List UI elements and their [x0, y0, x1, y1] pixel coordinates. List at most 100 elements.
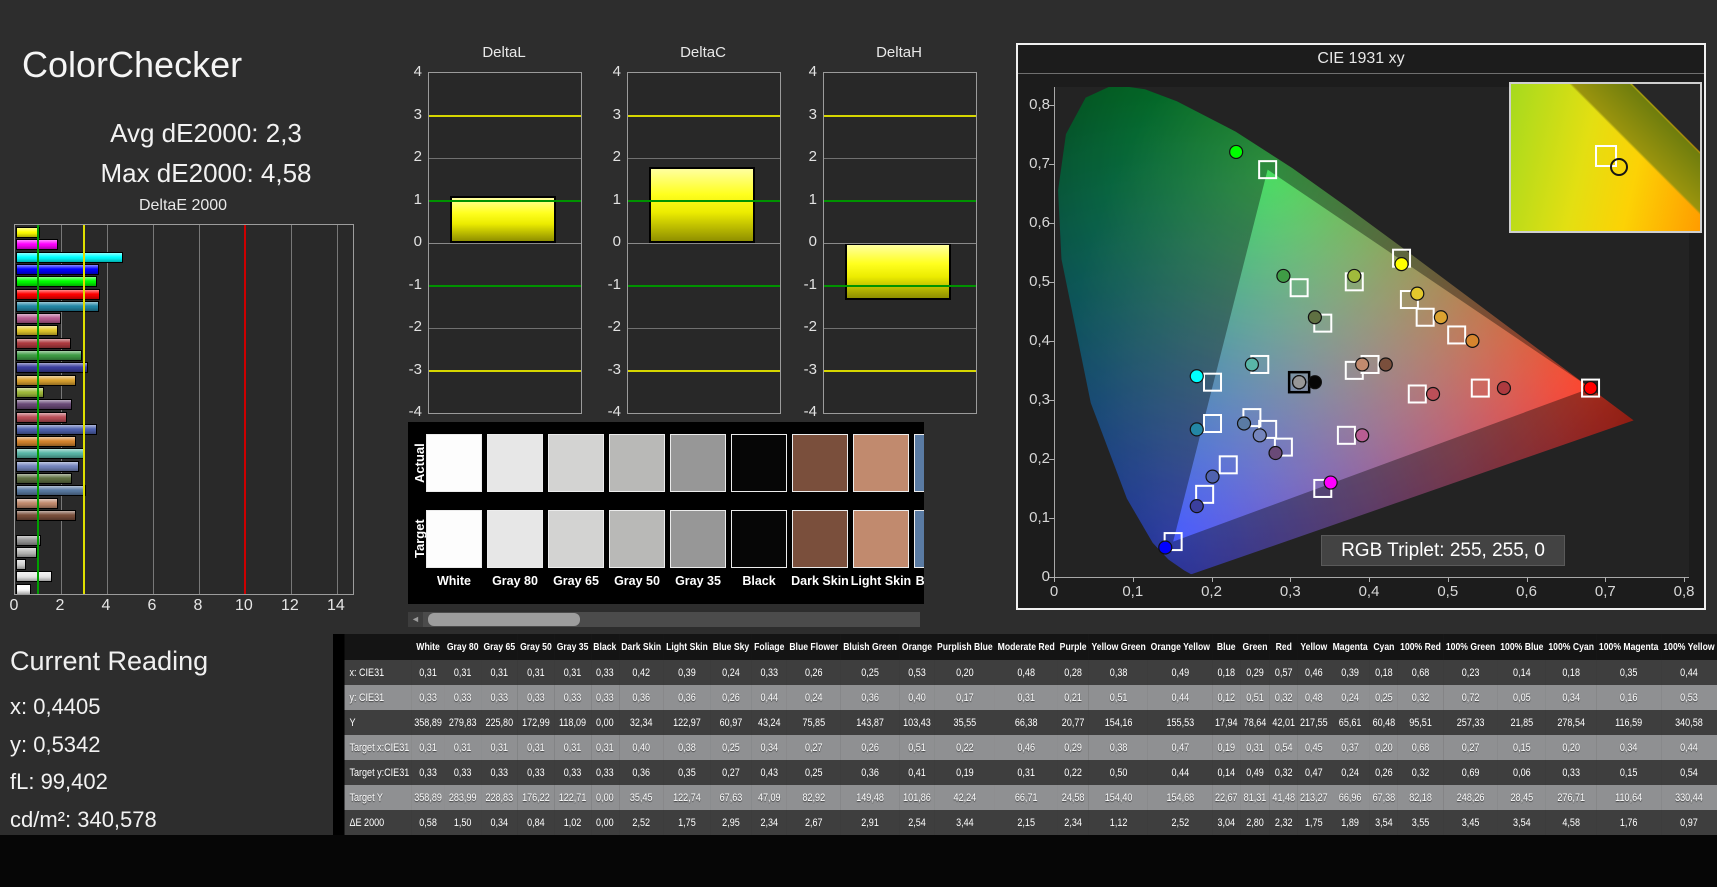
deltaL-chart: DeltaL 4 3 2 1 0 -1 -2 -3 -4 [394, 44, 582, 436]
table-cell: 0,24 [1330, 760, 1371, 785]
table-cell: 0,12 [1212, 685, 1241, 710]
table-cell: 66,96 [1330, 785, 1371, 810]
table-cell: 0,44 [1660, 660, 1717, 685]
deltaE-bar-red [16, 337, 72, 349]
column-header: Magenta [1330, 634, 1371, 660]
column-header: 100% Green [1443, 634, 1498, 660]
table-cell: 60,97 [710, 710, 752, 735]
column-header: Moderate Red [995, 634, 1058, 660]
gridline [429, 327, 581, 329]
table-cell: 0,50 [1089, 760, 1149, 785]
deltaE-bar-orange-yellow [16, 374, 76, 386]
table-cell: 2,80 [1240, 810, 1270, 835]
inset-measured-circle [1610, 158, 1628, 176]
table-cell: 2,67 [786, 810, 841, 835]
tick-mark [1049, 517, 1054, 519]
table-cell: 0,38 [1089, 735, 1149, 760]
axis-tick-label: 4 [808, 63, 817, 80]
table-cell: 0,49 [1240, 760, 1270, 785]
table-cell: 0,54 [1660, 760, 1717, 785]
table-cell: 213,27 [1297, 785, 1331, 810]
tick-mark [1211, 577, 1213, 582]
deltaE-bar-foliage [16, 473, 72, 484]
tick-mark [1526, 577, 1528, 582]
table-cell: 0,44 [1148, 760, 1213, 785]
table-cell: 358,89 [411, 710, 445, 735]
table-cell: 143,87 [840, 710, 900, 735]
deltaC-plot [627, 72, 781, 414]
column-header: Gray 35 [554, 634, 591, 660]
table-cell: 28,45 [1497, 785, 1546, 810]
deltaE-bar-green [16, 350, 83, 361]
cie-measured-point [1189, 369, 1204, 384]
deltaE-bar-dark-skin [16, 509, 76, 521]
table-row: Y 358,89 279,83 225,80 172,99 118,09 0,00 32,34… [333, 710, 1717, 735]
table-cell: 75,85 [786, 710, 841, 735]
swatch-actual-light-skin [853, 434, 909, 492]
table-cell: 0,51 [1240, 685, 1270, 710]
tick-mark [1049, 222, 1054, 224]
table-row: x: CIE31 0,31 0,31 0,31 0,31 0,31 0,33 0,42 0,39… [333, 660, 1717, 685]
scrollbar-thumb[interactable] [428, 613, 580, 626]
table-cell: 0,33 [444, 685, 481, 710]
deltaE-bar-cyan [16, 300, 100, 312]
table-cell: 1,12 [1089, 810, 1149, 835]
gridline [152, 225, 154, 594]
table-cell: 17,94 [1212, 710, 1241, 735]
axis-tick-label: 2 [413, 148, 422, 165]
table-cell: 66,38 [995, 710, 1058, 735]
swatch-label: Light Skin [850, 574, 912, 588]
table-cell: 0,31 [554, 735, 591, 760]
deltaE-bar-blue-flower [16, 460, 80, 472]
table-cell: 0,24 [710, 660, 752, 685]
table-cell: 0,72 [1443, 685, 1498, 710]
table-cell: 42,01 [1269, 710, 1298, 735]
scroll-left-arrow-icon[interactable]: ◄ [408, 612, 423, 627]
axis-tick-label: 0,5 [1029, 272, 1050, 290]
table-cell: 0,18 [1545, 660, 1597, 685]
axis-tick-label: -4 [607, 403, 621, 420]
deltaH-plot [823, 72, 977, 414]
table-cell: 24,58 [1057, 785, 1090, 810]
column-header: Purple [1057, 634, 1090, 660]
table-cell: 0,33 [411, 685, 445, 710]
axis-tick-label: -4 [803, 403, 817, 420]
tick-mark [1049, 281, 1054, 283]
column-header: Gray 65 [480, 634, 518, 660]
table-cell: 0,39 [663, 660, 711, 685]
rgb-triplet-readout: RGB Triplet: 255, 255, 0 [1321, 535, 1565, 566]
axis-tick-label: 0,1 [1029, 508, 1050, 526]
column-header: 100% Magenta [1596, 634, 1661, 660]
cie-measured-point [1583, 380, 1598, 396]
row-label: Target y:CIE31 [344, 760, 412, 785]
table-cell: 0,36 [840, 760, 900, 785]
table-cell: 1,50 [444, 810, 481, 835]
tick-mark [1684, 577, 1686, 582]
table-cell: 0,36 [618, 760, 664, 785]
swatch-label: White [436, 574, 472, 588]
swatch-actual-blue-sky [914, 434, 924, 492]
swatch-scrollbar[interactable]: ◄ [408, 612, 920, 627]
table-cell: 0,31 [590, 735, 619, 760]
row-strip [333, 710, 345, 735]
table-cell: 35,45 [618, 785, 664, 810]
table-cell: 3,44 [934, 810, 996, 835]
table-cell: 0,33 [590, 760, 619, 785]
row-strip [333, 760, 345, 785]
table-cell: 0,31 [480, 735, 518, 760]
table-cell: 22,67 [1212, 785, 1241, 810]
table-cell: 0,19 [934, 760, 996, 785]
swatch-target-light-skin [853, 510, 909, 568]
table-cell: 0,34 [1596, 735, 1661, 760]
deltaH-title: DeltaH [876, 44, 922, 61]
axis-tick-label: -1 [408, 275, 422, 293]
table-cell: 0,29 [1240, 660, 1270, 685]
swatch-target-gray-65 [548, 510, 604, 568]
cie-measured-point [1355, 428, 1370, 443]
table-cell: 0,26 [1370, 760, 1398, 785]
reading-cdm2: cd/m²: 340,578 [10, 807, 157, 832]
table-row: y: CIE31 0,33 0,33 0,33 0,33 0,33 0,33 0,36 0,36… [333, 685, 1717, 710]
cie-measured-point [1410, 286, 1425, 301]
table-cell: 0,51 [1089, 685, 1149, 710]
table-cell: 0,20 [934, 660, 996, 685]
